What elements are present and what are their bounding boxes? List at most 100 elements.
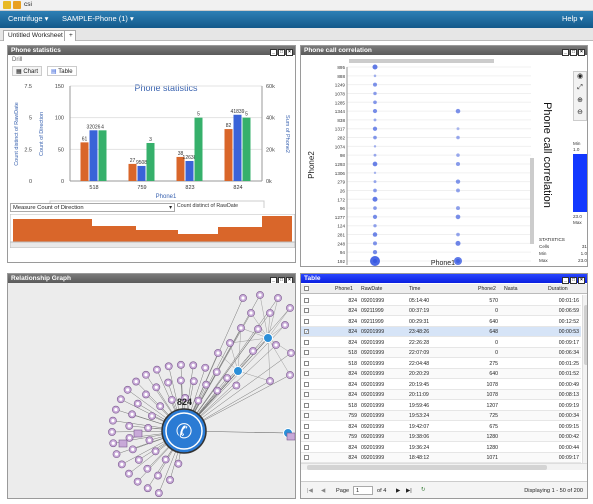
x-tick-label: 518 xyxy=(89,185,98,191)
col-time[interactable]: Time xyxy=(409,286,420,292)
row-checkbox[interactable] xyxy=(304,360,309,366)
prev-page-icon[interactable]: ◀ xyxy=(321,488,325,494)
table-row[interactable]: 824 09201999 20:11:09 1078 00:08:13 xyxy=(301,389,581,400)
row-checkbox[interactable] xyxy=(304,339,309,345)
bubble xyxy=(372,250,378,255)
scroll-thumb[interactable] xyxy=(584,305,587,365)
bar xyxy=(80,142,89,181)
table-row[interactable]: 824 09201999 05:14:40 570 00:01:16 xyxy=(301,295,581,306)
row-checkbox[interactable] xyxy=(304,402,309,408)
minimize-icon[interactable]: _ xyxy=(562,277,569,284)
row-checkbox[interactable] xyxy=(304,434,309,439)
table-row[interactable]: 824 09201999 19:42:07 675 00:09:15 xyxy=(301,421,581,432)
graph-node-inner xyxy=(111,441,115,445)
dataview-menu[interactable]: SAMPLE-Phone (1) ▾ xyxy=(62,14,134,23)
tab-table[interactable]: ▤ Table xyxy=(47,66,77,76)
add-tab-button[interactable]: + xyxy=(64,30,76,41)
row-checkbox[interactable] xyxy=(304,371,309,376)
table-row[interactable]: 824 09201999 20:20:29 640 00:01:52 xyxy=(301,368,581,379)
row-checkbox[interactable] xyxy=(304,455,309,460)
close-icon[interactable]: × xyxy=(578,277,585,284)
minimize-icon[interactable]: _ xyxy=(270,49,277,56)
table-row[interactable]: 824 09201999 18:48:12 1071 00:09:17 xyxy=(301,452,581,463)
row-checkbox[interactable] xyxy=(304,350,309,355)
help-menu[interactable]: Help ▾ xyxy=(562,14,583,23)
row-checkbox[interactable] xyxy=(304,413,309,418)
row-checkbox[interactable] xyxy=(304,318,309,324)
table-row[interactable]: 518 09201999 19:59:46 1207 00:09:19 xyxy=(301,400,581,411)
table-cell-time: 00:29:31 xyxy=(409,318,430,325)
table-row[interactable]: 824 09201999 20:19:45 1078 00:00:49 xyxy=(301,379,581,390)
drill-label[interactable]: Drill xyxy=(12,57,22,63)
table-row[interactable]: 518 09201999 22:04:48 275 00:01:25 xyxy=(301,358,581,369)
table-row[interactable]: 518 09201999 22:07:09 0 00:06:34 xyxy=(301,347,581,358)
table-row[interactable]: 824 09201999 19:36:24 1280 00:00:44 xyxy=(301,442,581,453)
tab-untitled-worksheet[interactable]: Untitled Worksheet xyxy=(3,30,68,41)
col-duration[interactable]: Duration xyxy=(548,286,568,292)
maximize-icon[interactable]: □ xyxy=(570,277,577,284)
table-row[interactable]: 759 09201999 19:53:24 725 00:00:34 xyxy=(301,410,581,421)
graph-node-inner xyxy=(154,385,158,389)
graph-node-inner xyxy=(119,397,123,401)
page-input[interactable]: 1 xyxy=(353,486,373,495)
select-all-checkbox[interactable] xyxy=(304,286,309,291)
col-nasta[interactable]: Nasta xyxy=(504,286,518,292)
phone-call-correlation-panel: Phone call correlation _ □ × 895 888 1249 107… xyxy=(300,45,588,267)
table-cell-phone2: 648 xyxy=(489,329,498,335)
bar xyxy=(194,117,203,181)
expand-icon[interactable]: ⤢ xyxy=(574,84,586,96)
row-checkbox[interactable] xyxy=(304,297,309,303)
table-cell-rawdate: 09201999 xyxy=(361,297,385,304)
y-tick-label: 94 xyxy=(340,250,346,255)
hscroll-thumb[interactable] xyxy=(307,465,547,470)
table-cell-time: 19:38:06 xyxy=(409,434,430,440)
graph-node-inner xyxy=(215,389,219,393)
eye-icon[interactable]: ◉ xyxy=(574,72,586,84)
table-row[interactable]: 759 09201999 19:38:06 1280 00:00:42 xyxy=(301,431,581,442)
table-row[interactable]: 824 09211999 00:29:31 640 00:12:52 xyxy=(301,316,581,327)
maximize-icon[interactable]: □ xyxy=(278,49,285,56)
col-phone1[interactable]: Phone1 xyxy=(335,286,353,292)
row-checkbox[interactable]: ✓ xyxy=(304,329,309,334)
graph-node-inner xyxy=(203,366,207,370)
table-vertical-scrollbar[interactable] xyxy=(582,295,587,463)
table-cell-phone2: 275 xyxy=(489,360,498,367)
last-page-icon[interactable]: ▶| xyxy=(406,488,412,494)
row-checkbox[interactable] xyxy=(304,308,309,313)
measure-select[interactable]: Measure Count of Direction ▾ xyxy=(10,203,175,212)
tab-chart[interactable]: ▦ Chart xyxy=(12,66,43,76)
first-page-icon[interactable]: |◀ xyxy=(307,488,313,494)
table-row[interactable]: 824 09211999 00:37:19 0 00:06:59 xyxy=(301,305,581,316)
zoom-out-icon[interactable]: ⊖ xyxy=(574,108,586,120)
vertical-scroll-thumb xyxy=(530,158,534,244)
table-row[interactable]: 824 09201999 22:26:28 0 00:09:17 xyxy=(301,337,581,348)
refresh-icon[interactable]: ↻ xyxy=(421,487,426,493)
col-rawdate[interactable]: RawDate xyxy=(361,286,382,292)
folder-icon[interactable] xyxy=(13,1,21,9)
overview-timeline[interactable] xyxy=(10,214,295,248)
y-tick-right: 0k xyxy=(266,179,272,185)
bubble xyxy=(373,224,377,228)
chevron-down-icon: ▾ xyxy=(169,205,172,211)
col-phone2[interactable]: Phone2 xyxy=(478,286,496,292)
graph-node-inner xyxy=(204,383,208,387)
table-row[interactable]: ✓ 824 09201999 23:48:26 648 00:00:53 xyxy=(301,326,581,337)
row-checkbox[interactable] xyxy=(304,423,309,429)
row-checkbox[interactable] xyxy=(304,381,309,387)
row-checkbox[interactable] xyxy=(304,392,309,397)
table-cell-phone2: 0 xyxy=(495,350,498,356)
close-icon[interactable]: × xyxy=(286,49,293,56)
table-cell-phone2: 1078 xyxy=(486,381,498,388)
row-checkbox[interactable] xyxy=(304,444,309,450)
graph-node-inner xyxy=(127,436,132,440)
relationship-graph-canvas[interactable]: ✆ xyxy=(8,283,296,499)
centrifuge-menu[interactable]: Centrifuge ▾ xyxy=(8,14,48,23)
home-icon[interactable] xyxy=(3,1,11,9)
zoom-in-icon[interactable]: ⊕ xyxy=(574,96,586,108)
graph-node-inner xyxy=(276,296,280,300)
table-horizontal-scrollbar[interactable] xyxy=(301,463,587,470)
next-page-icon[interactable]: ▶ xyxy=(396,488,400,494)
table-cell-phone2: 1078 xyxy=(486,392,498,398)
worksheet-tabbar: Untitled Worksheet + xyxy=(0,28,593,41)
graph-node-inner xyxy=(153,449,158,453)
